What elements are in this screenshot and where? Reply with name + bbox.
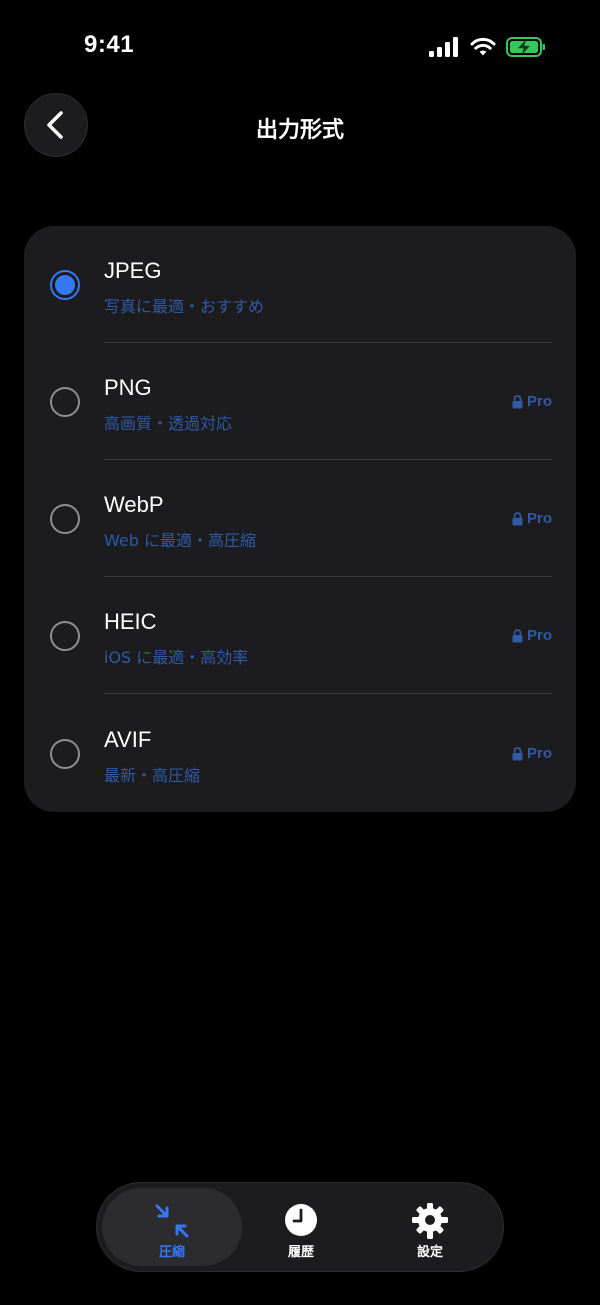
header: 出力形式 (0, 92, 600, 160)
page-title: 出力形式 (255, 118, 344, 143)
pro-label: Pro (526, 745, 552, 762)
format-name: PNG (104, 375, 152, 400)
pro-badge: Pro (512, 745, 552, 762)
format-option-jpeg[interactable]: JPEG 写真に最適・おすすめ (24, 226, 576, 343)
format-name: JPEG (104, 258, 162, 283)
lock-icon (512, 394, 523, 408)
status-bar: 9:41 (0, 0, 600, 90)
format-description: Web に最適・高圧縮 (104, 531, 256, 550)
tab-label: 圧縮 (158, 1245, 185, 1260)
tab-bar: 圧縮 履歴 設定 (96, 1182, 504, 1272)
format-description: 最新・高圧縮 (104, 766, 201, 785)
tab-history[interactable]: 履歴 (231, 1188, 371, 1266)
gear-icon (412, 1203, 448, 1239)
format-name: WebP (104, 492, 164, 517)
format-description: iOS に最適・高効率 (104, 648, 249, 667)
lock-icon (512, 628, 523, 642)
lock-icon (512, 511, 523, 525)
status-time: 9:41 (84, 31, 135, 58)
tab-label: 履歴 (287, 1245, 314, 1260)
battery-charging-icon (506, 37, 545, 57)
radio-button[interactable] (50, 504, 80, 534)
wifi-icon (470, 37, 496, 56)
format-name: AVIF (104, 727, 152, 752)
radio-button-selected[interactable] (50, 270, 80, 300)
format-option-heic[interactable]: HEIC iOS に最適・高効率 Pro (24, 577, 576, 694)
cellular-signal-icon (429, 37, 458, 57)
pro-badge: Pro (512, 393, 552, 410)
screen: 9:41 出力形式 JPEG 写真に最適・おすすめ PNG 高画質・透過対応 P… (0, 0, 600, 1305)
format-list: JPEG 写真に最適・おすすめ PNG 高画質・透過対応 Pro WebP We… (24, 226, 576, 812)
lock-icon (512, 746, 523, 760)
pro-label: Pro (526, 627, 552, 644)
compress-arrows-icon (155, 1204, 189, 1238)
pro-badge: Pro (512, 627, 552, 644)
radio-button[interactable] (50, 387, 80, 417)
clock-icon (285, 1204, 317, 1236)
format-name: HEIC (104, 609, 157, 634)
format-description: 写真に最適・おすすめ (104, 297, 265, 316)
pro-label: Pro (526, 393, 552, 410)
divider (104, 693, 552, 694)
format-option-webp[interactable]: WebP Web に最適・高圧縮 Pro (24, 460, 576, 577)
format-option-png[interactable]: PNG 高画質・透過対応 Pro (24, 343, 576, 460)
pro-badge: Pro (512, 510, 552, 527)
radio-button[interactable] (50, 621, 80, 651)
tab-settings[interactable]: 設定 (360, 1188, 500, 1266)
pro-label: Pro (526, 510, 552, 527)
status-icons (428, 36, 546, 58)
tab-label: 設定 (416, 1245, 443, 1260)
tab-compress[interactable]: 圧縮 (102, 1188, 242, 1266)
radio-button[interactable] (50, 739, 80, 769)
format-description: 高画質・透過対応 (104, 414, 233, 433)
format-option-avif[interactable]: AVIF 最新・高圧縮 Pro (24, 695, 576, 812)
